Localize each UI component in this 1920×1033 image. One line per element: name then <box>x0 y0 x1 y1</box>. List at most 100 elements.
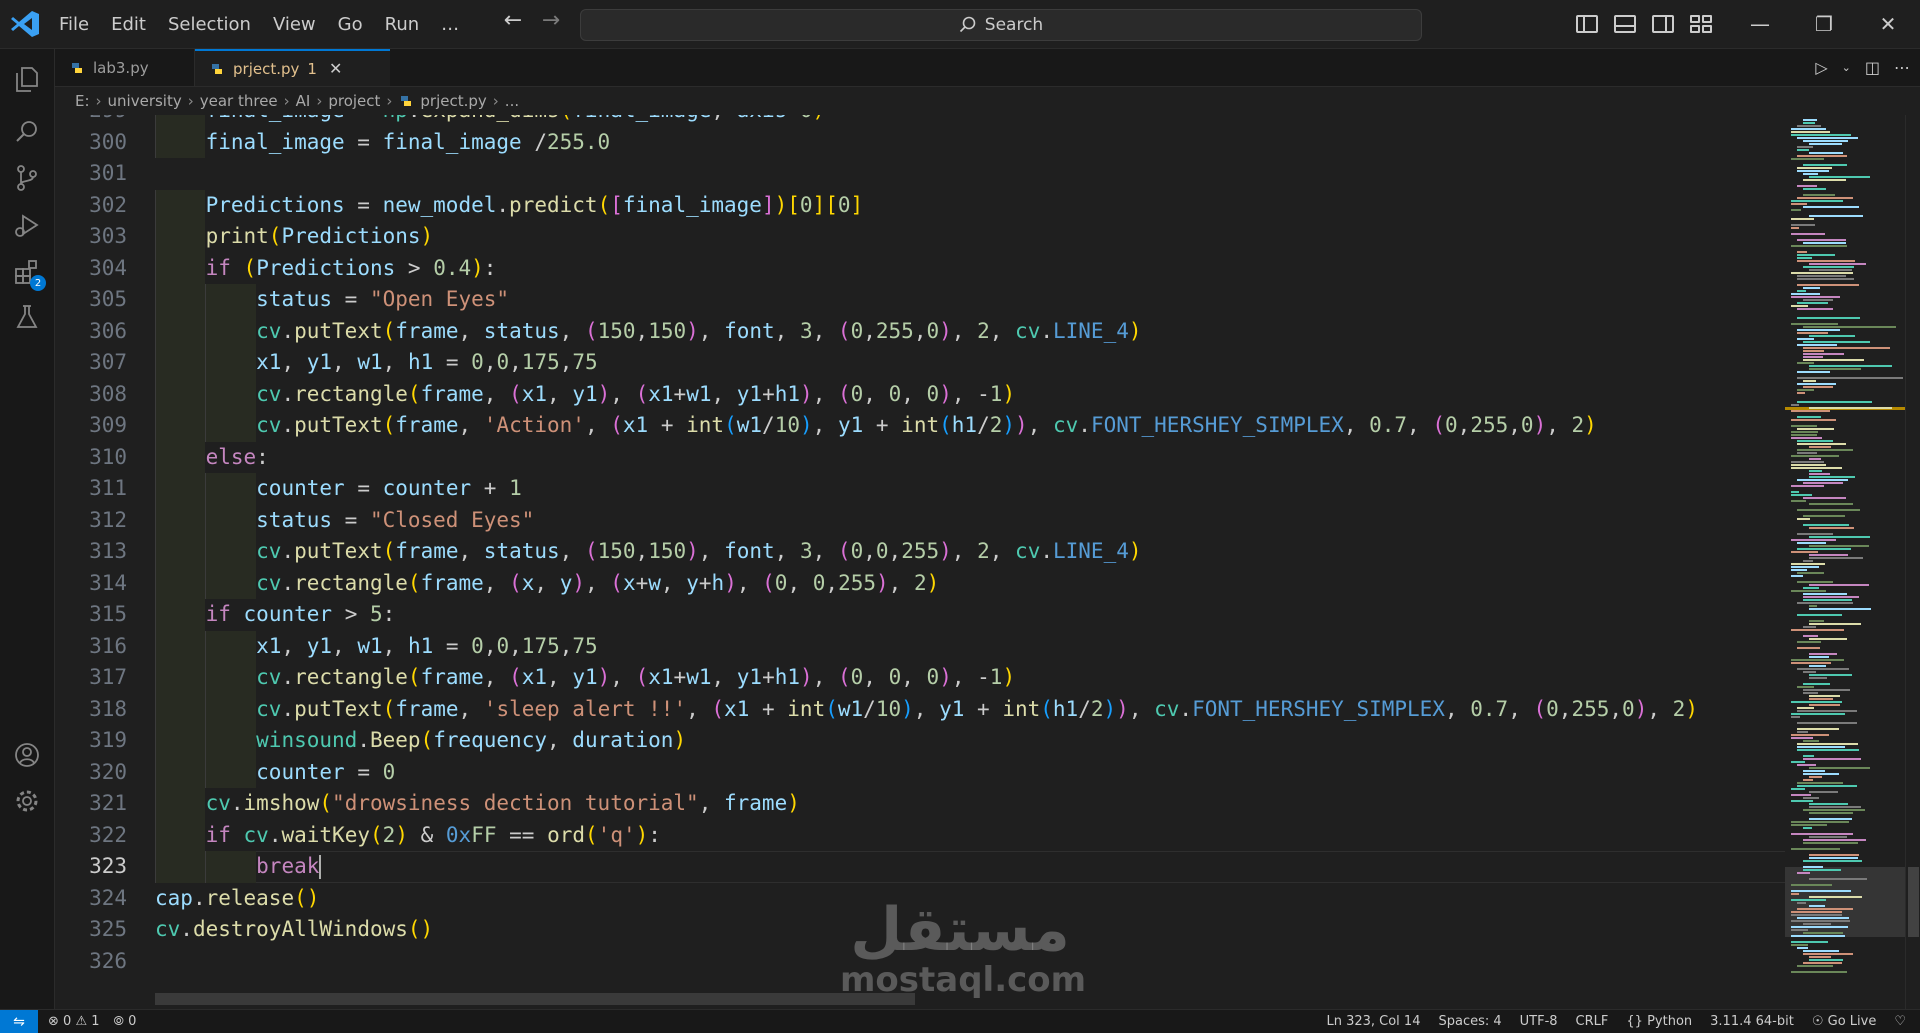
menu-file[interactable]: File <box>48 14 100 35</box>
code-line[interactable]: 315 if counter > 5: <box>55 599 1785 631</box>
code-line[interactable]: 303 print(Predictions) <box>55 221 1785 253</box>
menu-more[interactable]: … <box>430 14 470 35</box>
error-icon: ⊗ <box>48 1014 59 1029</box>
scrollbar-thumb[interactable] <box>1908 867 1919 937</box>
menu-selection[interactable]: Selection <box>157 14 262 35</box>
code-line[interactable]: 321 cv.imshow("drowsiness dection tutori… <box>55 788 1785 820</box>
end-of-line[interactable]: CRLF <box>1576 1014 1609 1029</box>
line-number: 303 <box>89 224 127 248</box>
testing-button[interactable] <box>0 292 54 342</box>
minimap-line <box>1797 125 1821 127</box>
code-line[interactable]: 306 cv.putText(frame, status, (150,150),… <box>55 315 1785 347</box>
minimap-line <box>1797 479 1849 481</box>
python-interpreter[interactable]: 3.11.4 64-bit <box>1710 1014 1794 1029</box>
code-line[interactable]: 310 else: <box>55 441 1785 473</box>
accounts-button[interactable] <box>0 730 54 780</box>
close-window-button[interactable]: ✕ <box>1856 0 1920 48</box>
minimap-line <box>1791 296 1840 298</box>
go-live-button[interactable]: ☉ Go Live <box>1812 1014 1877 1029</box>
code-line[interactable]: 308 cv.rectangle(frame, (x1, y1), (x1+w1… <box>55 378 1785 410</box>
minimap-line <box>1803 341 1870 343</box>
run-and-debug-button[interactable] <box>0 201 54 251</box>
code-line[interactable]: 314 cv.rectangle(frame, (x, y), (x+w, y+… <box>55 567 1785 599</box>
indentation[interactable]: Spaces: 4 <box>1438 1014 1501 1029</box>
current-line-highlight <box>155 851 1785 883</box>
code-line[interactable]: 316 x1, y1, w1, h1 = 0,0,175,75 <box>55 630 1785 662</box>
restore-button[interactable]: ❐ <box>1792 0 1856 48</box>
toggle-panel-icon[interactable] <box>1614 15 1636 33</box>
menu-edit[interactable]: Edit <box>100 14 157 35</box>
gear-icon <box>16 790 38 812</box>
minimap-line <box>1809 818 1852 820</box>
horizontal-scrollbar[interactable] <box>155 993 915 1005</box>
minimap[interactable] <box>1785 115 1905 1009</box>
code-editor[interactable]: 299 final_image = np.expand_dims(final_i… <box>55 115 1785 1009</box>
code-line[interactable]: 301 <box>55 158 1785 190</box>
split-editor-icon[interactable]: ◫ <box>1865 58 1880 77</box>
minimap-line <box>1791 833 1853 835</box>
command-center-search[interactable]: Search <box>580 9 1422 41</box>
customize-layout-icon[interactable] <box>1690 15 1712 33</box>
minimap-line <box>1803 758 1862 760</box>
encoding[interactable]: UTF-8 <box>1520 1014 1558 1029</box>
code-line[interactable]: 318 cv.putText(frame, 'sleep alert !!', … <box>55 693 1785 725</box>
breadcrumb-year-three[interactable]: year three <box>200 92 278 110</box>
toggle-secondary-sidebar-icon[interactable] <box>1652 15 1674 33</box>
breadcrumb-ai[interactable]: AI <box>296 92 311 110</box>
breadcrumb-file[interactable]: prject.py <box>420 92 486 110</box>
minimap-line <box>1809 473 1830 475</box>
search-icon <box>16 121 37 142</box>
ports-indicator[interactable]: ⦾ 0 <box>114 1014 137 1029</box>
explorer-button[interactable] <box>0 54 54 104</box>
bell-icon[interactable]: ♡ <box>1894 1014 1906 1029</box>
more-actions-icon[interactable]: ⋯ <box>1894 58 1910 77</box>
code-line[interactable]: 299 final_image = np.expand_dims(final_i… <box>55 115 1785 127</box>
breadcrumb-drive[interactable]: E: <box>75 92 90 110</box>
language-mode[interactable]: {} Python <box>1626 1014 1692 1029</box>
code-line[interactable]: 304 if (Predictions > 0.4): <box>55 252 1785 284</box>
code-line[interactable]: 322 if cv.waitKey(2) & 0xFF == ord('q'): <box>55 819 1785 851</box>
vertical-scrollbar[interactable] <box>1905 115 1920 1009</box>
problems-indicator[interactable]: ⊗ 0 ⚠ 1 <box>48 1014 100 1029</box>
cursor-position[interactable]: Ln 323, Col 14 <box>1326 1014 1420 1029</box>
search-view-button[interactable] <box>0 107 54 157</box>
chevron-down-icon[interactable]: ⌄ <box>1842 61 1851 74</box>
run-debug-icon <box>15 214 39 237</box>
code-line[interactable]: 309 cv.putText(frame, 'Action', (x1 + in… <box>55 410 1785 442</box>
source-control-button[interactable] <box>0 153 54 203</box>
watermark-arabic: مستقل <box>850 895 1070 965</box>
code-line[interactable]: 323 break <box>55 851 1785 883</box>
breadcrumb-university[interactable]: university <box>108 92 182 110</box>
remote-indicator-icon[interactable]: ⇋ <box>0 1010 38 1033</box>
menu-go[interactable]: Go <box>327 14 374 35</box>
line-number: 316 <box>89 633 127 658</box>
forward-arrow-icon[interactable]: → <box>538 8 564 33</box>
code-line[interactable]: 302 Predictions = new_model.predict([fin… <box>55 189 1785 221</box>
tab-lab3[interactable]: lab3.py <box>55 49 195 86</box>
toggle-primary-sidebar-icon[interactable] <box>1576 15 1598 33</box>
minimize-button[interactable]: — <box>1728 0 1792 48</box>
minimap-line <box>1803 932 1844 934</box>
vscode-logo-icon[interactable] <box>10 10 40 38</box>
close-icon[interactable]: ✕ <box>329 59 342 78</box>
code-line[interactable]: 305 status = "Open Eyes" <box>55 284 1785 316</box>
code-line[interactable]: 320 counter = 0 <box>55 756 1785 788</box>
code-line[interactable]: 312 status = "Closed Eyes" <box>55 504 1785 536</box>
extensions-button[interactable]: 2 <box>0 247 54 297</box>
code-line[interactable]: 307 x1, y1, w1, h1 = 0,0,175,75 <box>55 347 1785 379</box>
menu-run[interactable]: Run <box>374 14 431 35</box>
manage-button[interactable] <box>0 776 54 826</box>
code-line[interactable]: 311 counter = counter + 1 <box>55 473 1785 505</box>
tab-prject[interactable]: prject.py 1 ✕ <box>195 49 390 86</box>
breadcrumb-project[interactable]: project <box>328 92 380 110</box>
breadcrumb-symbol[interactable]: ... <box>505 92 519 110</box>
ports-count: 0 <box>128 1014 137 1029</box>
run-file-icon[interactable]: ▷ <box>1815 58 1827 77</box>
menu-view[interactable]: View <box>262 14 327 35</box>
code-line[interactable]: 313 cv.putText(frame, status, (150,150),… <box>55 536 1785 568</box>
code-line[interactable]: 300 final_image = final_image /255.0 <box>55 126 1785 158</box>
back-arrow-icon[interactable]: ← <box>500 8 526 33</box>
code-line[interactable]: 317 cv.rectangle(frame, (x1, y1), (x1+w1… <box>55 662 1785 694</box>
code-line[interactable]: 319 winsound.Beep(frequency, duration) <box>55 725 1785 757</box>
line-number: 321 <box>89 791 127 815</box>
